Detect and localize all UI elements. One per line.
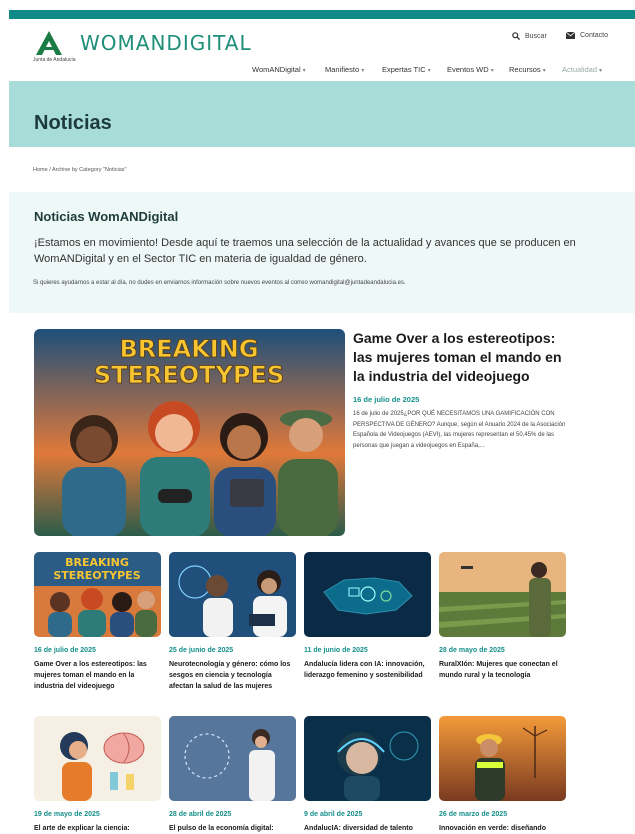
featured-image-text-2: STEREOTYPES: [94, 361, 284, 389]
intro-heading: Noticias WomANDigital: [34, 209, 179, 224]
chevron-down-icon: ▾: [302, 68, 306, 74]
contact-label: Contacto: [580, 32, 609, 39]
site-header: Junta de Andalucía WOMANDIGITAL Buscar C…: [0, 19, 635, 81]
nav-item-womandigital[interactable]: WomANDigital ▾: [252, 65, 306, 74]
card-thumbnail[interactable]: [169, 716, 296, 801]
nav-item-actualidad[interactable]: Actualidad ▾: [562, 65, 602, 74]
card-thumbnail[interactable]: [169, 552, 296, 637]
card-title[interactable]: RuralXIón: Mujeres que conectan el mundo…: [439, 659, 563, 681]
featured-image[interactable]: BREAKING STEREOTYPES: [34, 329, 345, 536]
card-thumbnail[interactable]: [439, 716, 566, 801]
brand-wordmark[interactable]: WOMANDIGITAL: [80, 31, 252, 55]
card-title[interactable]: El pulso de la economía digital:: [169, 823, 293, 834]
card-date: 28 de abril de 2025: [169, 811, 232, 818]
nav-item-manifiesto[interactable]: Manifiesto ▾: [325, 65, 364, 74]
card-thumbnail[interactable]: [439, 552, 566, 637]
search-link[interactable]: Buscar: [512, 32, 547, 40]
card-thumbnail[interactable]: [34, 716, 161, 801]
mail-icon: [566, 32, 575, 39]
news-card[interactable]: 11 de junio de 2025 Andalucía lidera con…: [304, 552, 432, 681]
card-title[interactable]: Game Over a los estereotipos: las mujere…: [34, 659, 158, 692]
chevron-down-icon: ▾: [490, 68, 494, 74]
card-date: 25 de junio de 2025: [169, 647, 234, 654]
svg-text:BREAKING: BREAKING: [65, 556, 129, 569]
card-thumbnail[interactable]: BREAKING STEREOTYPES: [34, 552, 161, 637]
news-card[interactable]: 9 de abril de 2025 AndalucIA: diversidad…: [304, 716, 432, 834]
news-card[interactable]: BREAKING STEREOTYPES 16 de julio de 2025…: [34, 552, 162, 692]
search-icon: [512, 32, 520, 40]
breadcrumb[interactable]: Home / Archive by Category "Noticias": [33, 167, 126, 173]
card-date: 26 de marzo de 2025: [439, 811, 508, 818]
card-date: 11 de junio de 2025: [304, 647, 368, 654]
featured-date: 16 de julio de 2025: [353, 395, 420, 404]
card-thumbnail[interactable]: [304, 552, 431, 637]
contact-link[interactable]: Contacto: [566, 32, 608, 39]
chevron-down-icon: ▾: [599, 68, 603, 74]
nav-item-expertas[interactable]: Expertas TIC ▾: [382, 65, 431, 74]
page-title: Noticias: [34, 112, 112, 134]
news-card[interactable]: 26 de marzo de 2025 Innovación en verde:…: [439, 716, 567, 834]
card-date: 28 de mayo de 2025: [439, 647, 505, 654]
card-date: 9 de abril de 2025: [304, 811, 363, 818]
card-thumbnail[interactable]: [304, 716, 431, 801]
card-title[interactable]: El arte de explicar la ciencia:: [34, 823, 158, 834]
featured-title[interactable]: Game Over a los estereotipos: las mujere…: [353, 329, 575, 386]
card-title[interactable]: Innovación en verde: diseñando: [439, 823, 563, 834]
card-title[interactable]: Neurotecnología y género: cómo los sesgo…: [169, 659, 293, 692]
main-nav: WomANDigital ▾ Manifiesto ▾ Expertas TIC ▾ …: [0, 65, 635, 79]
card-title[interactable]: Andalucía lidera con IA: innovación, lid…: [304, 659, 428, 681]
svg-text:STEREOTYPES: STEREOTYPES: [53, 569, 140, 582]
featured-excerpt: 16 de julio de 2025¿POR QUÉ NECESITAMOS …: [353, 411, 566, 449]
featured-image-text-1: BREAKING: [119, 335, 258, 363]
top-accent-bar: [9, 10, 635, 19]
chevron-down-icon: ▾: [361, 68, 365, 74]
news-card[interactable]: 28 de abril de 2025 El pulso de la econo…: [169, 716, 297, 834]
logo-subtitle: Junta de Andalucía: [33, 57, 76, 63]
card-title[interactable]: AndalucIA: diversidad de talento: [304, 823, 428, 834]
search-label: Buscar: [525, 32, 547, 40]
news-card[interactable]: 19 de mayo de 2025 El arte de explicar l…: [34, 716, 162, 834]
junta-logo-icon[interactable]: [34, 30, 64, 56]
news-card[interactable]: 25 de junio de 2025 Neurotecnología y gé…: [169, 552, 297, 692]
intro-small-text: Si quieres ayudarnos a estar al día, no …: [33, 280, 406, 286]
nav-item-eventos[interactable]: Eventos WD ▾: [447, 65, 494, 74]
chevron-down-icon: ▾: [427, 68, 431, 74]
chevron-down-icon: ▾: [542, 68, 546, 74]
intro-lead: ¡Estamos en movimiento! Desde aquí te tr…: [34, 237, 576, 265]
nav-item-recursos[interactable]: Recursos ▾: [509, 65, 546, 74]
card-date: 19 de mayo de 2025: [34, 811, 100, 818]
news-card[interactable]: 28 de mayo de 2025 RuralXIón: Mujeres qu…: [439, 552, 567, 681]
card-date: 16 de julio de 2025: [34, 647, 96, 654]
